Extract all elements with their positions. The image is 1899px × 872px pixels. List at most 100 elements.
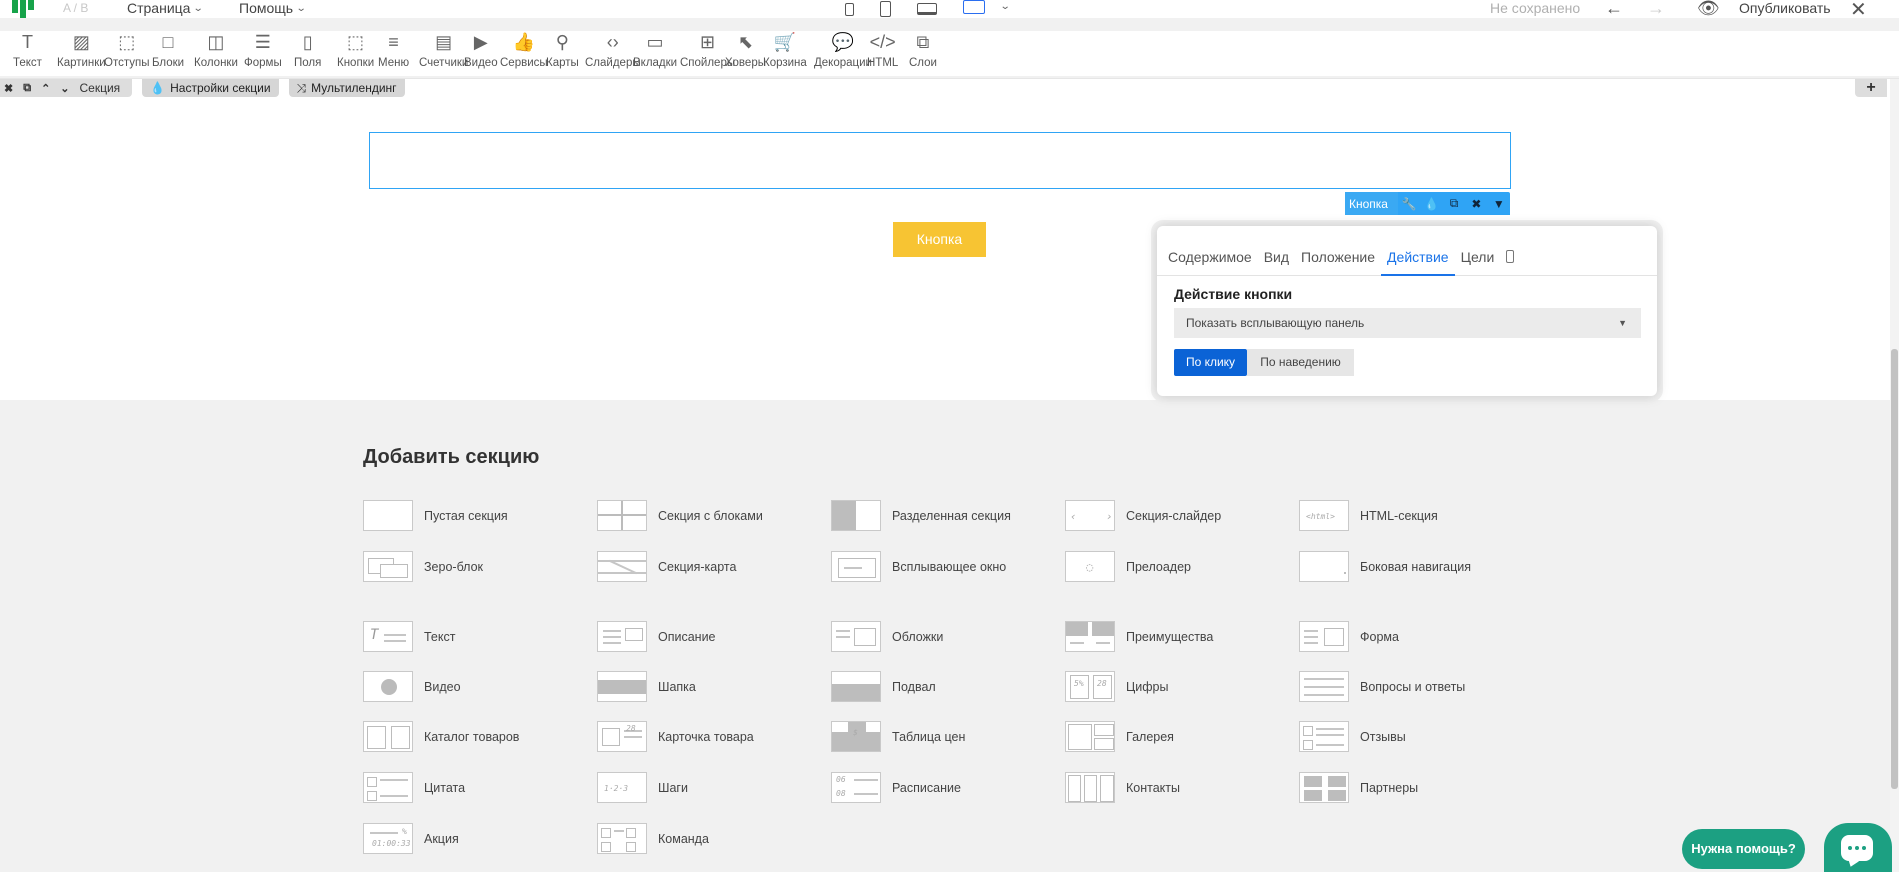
duplicate-icon[interactable]: ⧉: [1443, 196, 1465, 211]
tool-buttons[interactable]: ⬚ Кнопки: [334, 31, 377, 70]
close-icon[interactable]: ✕: [1850, 0, 1867, 22]
element-tag-label[interactable]: Кнопка: [1345, 192, 1398, 215]
phone-icon[interactable]: [880, 1, 891, 17]
tool-cart-label: Корзина: [763, 57, 807, 69]
add-section-item-catalog[interactable]: Каталог товаров: [363, 721, 519, 752]
add-section-item-team[interactable]: Команда: [597, 823, 709, 854]
tool-blocks[interactable]: □ Блоки: [149, 31, 187, 70]
delete-section-icon[interactable]: ✖: [4, 82, 13, 95]
tool-text[interactable]: T Текст: [10, 31, 45, 70]
add-section-plus-button[interactable]: +: [1855, 79, 1887, 97]
add-section-item-partners[interactable]: Партнеры: [1299, 772, 1418, 803]
video-section-icon: [363, 671, 413, 702]
add-section-item-label: Подвал: [892, 679, 936, 694]
trigger-click-button[interactable]: По клику: [1174, 349, 1247, 376]
wrench-icon[interactable]: 🔧: [1398, 197, 1420, 211]
duplicate-section-icon[interactable]: ⧉: [23, 82, 31, 95]
tool-spacing[interactable]: ⬚ Отступы: [101, 31, 152, 70]
tool-columns[interactable]: ◫ Колонки: [191, 31, 241, 70]
multilanding-button[interactable]: ⤨ Мультилендинг: [288, 79, 405, 97]
delete-icon[interactable]: ✖: [1465, 197, 1487, 211]
page-menu[interactable]: Страница ⌄: [127, 0, 204, 16]
images-icon: ▨: [72, 31, 90, 52]
add-section-item-numbers[interactable]: 5% 28 Цифры: [1065, 671, 1168, 702]
preview-eye-icon[interactable]: 👁: [1697, 0, 1720, 19]
logo-icon[interactable]: [12, 0, 36, 18]
contacts-section-icon: [1065, 772, 1115, 803]
tool-html[interactable]: </> HTML: [864, 31, 901, 70]
add-section-item-zero[interactable]: Зеро-блок: [363, 551, 483, 582]
add-section-item-video[interactable]: Видео: [363, 671, 461, 702]
add-section-item-promo[interactable]: 01:00:33% Акция: [363, 823, 459, 854]
add-section-item-reviews[interactable]: Отзывы: [1299, 721, 1406, 752]
desktop-icon[interactable]: [963, 0, 985, 14]
tool-menu[interactable]: ≡ Меню: [375, 31, 412, 70]
tool-maps[interactable]: ⚲ Карты: [543, 31, 582, 70]
help-button[interactable]: Нужна помощь?: [1682, 829, 1805, 869]
section-controls: ✖ ⧉ ⌃ ⌄ Секция 💧 Настройки секции ⤨ Муль…: [0, 79, 405, 97]
section-settings-button[interactable]: 💧 Настройки секции: [142, 79, 279, 97]
move-up-icon[interactable]: ⌃: [41, 82, 50, 95]
add-section-item-steps[interactable]: 1·2·3 Шаги: [597, 772, 688, 803]
text-icon: T: [21, 31, 33, 52]
add-section-item-popup[interactable]: Всплывающее окно: [831, 551, 1006, 582]
phone-small-icon[interactable]: [845, 3, 854, 16]
add-section-item-header[interactable]: Шапка: [597, 671, 696, 702]
undo-icon[interactable]: ←: [1605, 0, 1623, 19]
add-section-item-preloader[interactable]: ◌ Прелоадер: [1065, 551, 1191, 582]
ab-test-label[interactable]: A / B: [63, 1, 88, 15]
add-section-item-sidenav[interactable]: Боковая навигация: [1299, 551, 1471, 582]
add-section-item-contacts[interactable]: Контакты: [1065, 772, 1180, 803]
tab-3[interactable]: Действие: [1381, 246, 1455, 276]
scrollbar-thumb[interactable]: [1891, 349, 1898, 789]
laptop-icon[interactable]: [917, 3, 937, 15]
footer-section-icon: [831, 671, 881, 702]
move-down-icon[interactable]: ⌄: [60, 82, 69, 95]
add-section-item-html[interactable]: <html> HTML-секция: [1299, 500, 1438, 531]
chevron-down-icon[interactable]: ⌄: [1000, 1, 1011, 12]
tool-layers[interactable]: ⧉ Слои: [906, 31, 940, 70]
add-section-item-label: Секция-карта: [658, 559, 737, 574]
tool-fields[interactable]: ▯ Поля: [291, 31, 324, 70]
caret-down-icon[interactable]: ▼: [1488, 197, 1510, 211]
add-section-item-schedule[interactable]: 06 08 Расписание: [831, 772, 961, 803]
tab-0[interactable]: Содержимое: [1162, 246, 1258, 276]
mobile-tab-icon[interactable]: [1500, 246, 1515, 276]
add-section-item-form[interactable]: Форма: [1299, 621, 1399, 652]
page-scrollbar[interactable]: [1890, 79, 1899, 872]
add-section-item-label: Таблица цен: [892, 729, 966, 744]
add-section-item-footer[interactable]: Подвал: [831, 671, 936, 702]
chat-button[interactable]: [1824, 823, 1892, 872]
add-section-item-quote[interactable]: Цитата: [363, 772, 465, 803]
add-section-item-faq[interactable]: Вопросы и ответы: [1299, 671, 1465, 702]
description-section-icon: [597, 621, 647, 652]
tab-1[interactable]: Вид: [1258, 246, 1295, 276]
tool-forms[interactable]: ☰ Формы: [241, 31, 285, 70]
page-button[interactable]: Кнопка: [893, 222, 986, 257]
button-block-selection[interactable]: [369, 132, 1511, 189]
tab-2[interactable]: Положение: [1295, 246, 1381, 276]
button-action-select[interactable]: Показать всплывающую панель ▼: [1174, 308, 1641, 338]
add-section-item-covers[interactable]: Обложки: [831, 621, 943, 652]
add-section-item-blocks[interactable]: Секция с блоками: [597, 500, 763, 531]
tool-video[interactable]: ▶ Видео: [461, 31, 501, 70]
tool-tabs[interactable]: ▭ Вкладки: [630, 31, 680, 70]
add-section-item-description[interactable]: Описание: [597, 621, 716, 652]
tab-4[interactable]: Цели: [1455, 246, 1501, 276]
tool-cart[interactable]: 🛒 Корзина: [760, 31, 810, 70]
redo-icon[interactable]: →: [1647, 0, 1665, 19]
drop-icon[interactable]: 💧: [1420, 197, 1442, 211]
add-section-item-map[interactable]: Секция-карта: [597, 551, 736, 582]
add-section-item-product[interactable]: 28 Карточка товара: [597, 721, 754, 752]
add-section-item-empty[interactable]: Пустая секция: [363, 500, 508, 531]
publish-button[interactable]: Опубликовать: [1739, 0, 1831, 16]
add-section-item-slider[interactable]: ‹ › Секция-слайдер: [1065, 500, 1221, 531]
add-section-item-split[interactable]: Разделенная секция: [831, 500, 1011, 531]
element-toolbar: T Текст ▨ Картинки ⬚ Отступы □ Блоки ◫ Колонки ☰ Фо…: [0, 31, 1899, 76]
trigger-hover-button[interactable]: По наведению: [1247, 349, 1354, 376]
add-section-item-text[interactable]: T Текст: [363, 621, 455, 652]
add-section-item-advantages[interactable]: Преимущества: [1065, 621, 1213, 652]
add-section-item-gallery[interactable]: Галерея: [1065, 721, 1174, 752]
help-menu[interactable]: Помощь ⌄: [239, 0, 307, 16]
add-section-item-prices[interactable]: $ Таблица цен: [831, 721, 965, 752]
